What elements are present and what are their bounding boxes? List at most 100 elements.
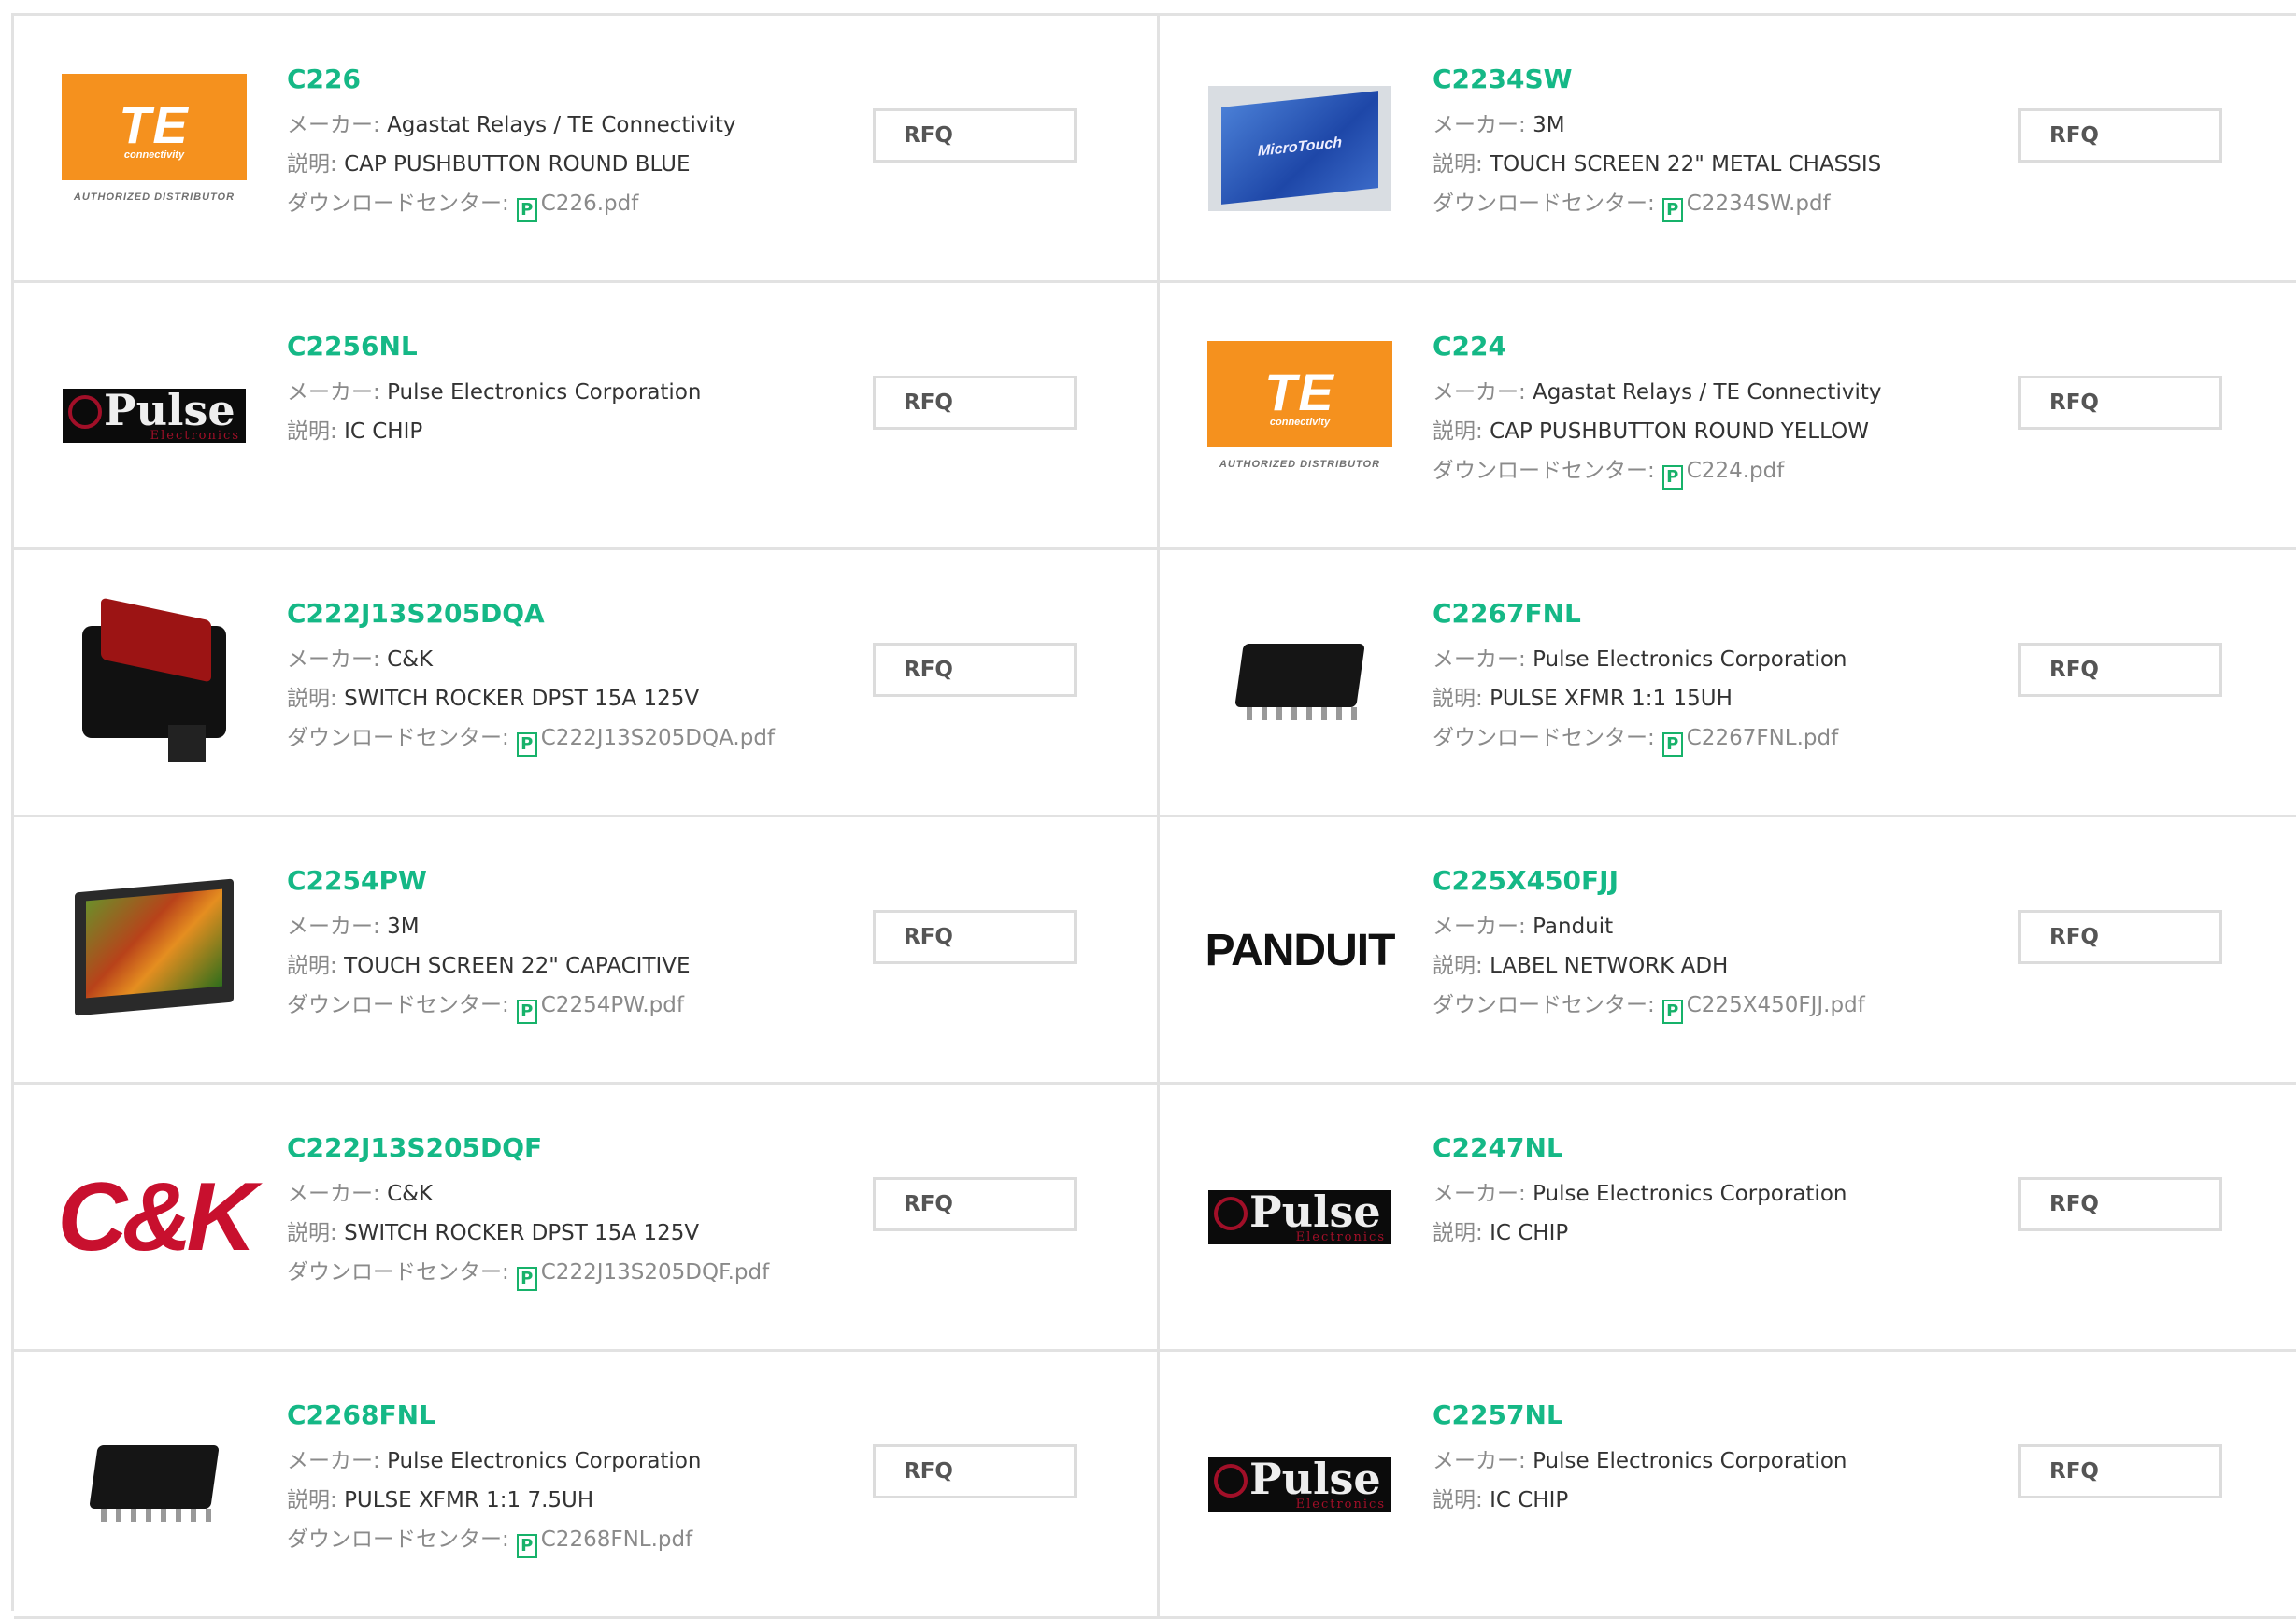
datasheet-link[interactable]: C2234SW.pdf <box>1687 192 1831 216</box>
product-thumbnail[interactable] <box>61 589 248 776</box>
download-label: ダウンロードセンター: <box>1433 459 1655 483</box>
download-row: ダウンロードセンター: P C2254PW.pdf <box>287 986 691 1025</box>
part-number-link[interactable]: C226 <box>287 61 735 98</box>
part-number-link[interactable]: C2234SW <box>1433 61 1881 98</box>
datasheet-link[interactable]: C2254PW.pdf <box>541 993 684 1017</box>
part-number-link[interactable]: C2257NL <box>1433 1397 1847 1434</box>
maker-row: メーカー: C&K <box>287 647 434 672</box>
part-number-link[interactable]: C2256NL <box>287 328 701 365</box>
rfq-button[interactable]: RFQ <box>2018 376 2222 430</box>
download-row: ダウンロードセンター: P C2267FNL.pdf <box>1433 718 1847 758</box>
datasheet-link[interactable]: C2268FNL.pdf <box>541 1527 692 1552</box>
part-number-link[interactable]: C222J13S205DQA <box>287 595 775 632</box>
part-number-link[interactable]: C2247NL <box>1433 1129 1847 1167</box>
description-row: 説明: SWITCH ROCKER DPST 15A 125V <box>287 687 700 711</box>
rfq-button[interactable]: RFQ <box>873 108 1077 163</box>
pdf-icon[interactable]: P <box>516 1267 537 1291</box>
description-row: 説明: PULSE XFMR 1:1 7.5UH <box>287 1488 594 1512</box>
description-value: SWITCH ROCKER DPST 15A 125V <box>344 1221 700 1245</box>
rfq-button[interactable]: RFQ <box>2018 910 2222 964</box>
rfq-button[interactable]: RFQ <box>873 1444 1077 1498</box>
product-thumbnail[interactable] <box>61 857 248 1044</box>
rfq-button[interactable]: RFQ <box>2018 108 2222 163</box>
product-thumbnail[interactable]: MicroTouch <box>1206 55 1393 242</box>
pdf-icon[interactable]: P <box>1661 198 1683 222</box>
download-label: ダウンロードセンター: <box>1433 192 1655 216</box>
download-label: ダウンロードセンター: <box>1433 726 1655 750</box>
product-card: TE connectivity AUTHORIZED DISTRIBUTOR C2… <box>14 16 1160 283</box>
maker-row: メーカー: C&K <box>287 1182 434 1206</box>
datasheet-link[interactable]: C225X450FJJ.pdf <box>1687 993 1865 1017</box>
maker-row: メーカー: 3M <box>287 915 420 939</box>
pdf-icon[interactable]: P <box>516 1534 537 1558</box>
te-connectivity-logo: TE connectivity AUTHORIZED DISTRIBUTOR <box>1206 341 1393 490</box>
datasheet-link[interactable]: C222J13S205DQF.pdf <box>541 1260 769 1285</box>
maker-value: Pulse Electronics Corporation <box>1533 1449 1847 1473</box>
product-card: PANDUIT C225X450FJJ メーカー: Panduit 説明: LA… <box>1160 817 2296 1085</box>
ck-logo: C&K <box>57 1162 256 1271</box>
rfq-button[interactable]: RFQ <box>873 910 1077 964</box>
datasheet-link[interactable]: C226.pdf <box>541 192 639 216</box>
product-thumbnail[interactable]: TE connectivity AUTHORIZED DISTRIBUTOR <box>61 55 248 242</box>
maker-row: メーカー: 3M <box>1433 113 1565 137</box>
pdf-icon[interactable]: P <box>516 1000 537 1024</box>
description-row: 説明: TOUCH SCREEN 22" METAL CHASSIS <box>1433 152 1882 177</box>
maker-row: メーカー: Panduit <box>1433 915 1614 939</box>
maker-row: メーカー: Agastat Relays / TE Connectivity <box>1433 380 1882 405</box>
maker-value: 3M <box>387 915 420 939</box>
rfq-button[interactable]: RFQ <box>873 376 1077 430</box>
download-label: ダウンロードセンター: <box>1433 993 1655 1017</box>
part-number-link[interactable]: C225X450FJJ <box>1433 862 1865 900</box>
maker-value: Agastat Relays / TE Connectivity <box>387 113 736 137</box>
transformer-chip-image <box>1230 636 1370 730</box>
part-number-link[interactable]: C2254PW <box>287 862 691 900</box>
description-value: IC CHIP <box>1490 1221 1569 1245</box>
maker-row: メーカー: Pulse Electronics Corporation <box>1433 647 1847 672</box>
datasheet-link[interactable]: C222J13S205DQA.pdf <box>541 726 775 750</box>
download-label: ダウンロードセンター: <box>287 192 509 216</box>
touch-screen-image <box>65 878 243 1020</box>
description-value: CAP PUSHBUTTON ROUND YELLOW <box>1490 419 1869 444</box>
part-number-link[interactable]: C2267FNL <box>1433 595 1847 632</box>
product-thumbnail[interactable]: Pulse Electronics <box>1206 1391 1393 1578</box>
rfq-button[interactable]: RFQ <box>2018 1444 2222 1498</box>
download-row: ダウンロードセンター: P C224.pdf <box>1433 451 1881 490</box>
product-thumbnail[interactable] <box>61 1391 248 1578</box>
transformer-chip-image <box>84 1438 224 1531</box>
download-label: ダウンロードセンター: <box>287 726 509 750</box>
description-row: 説明: CAP PUSHBUTTON ROUND BLUE <box>287 152 691 177</box>
download-label: ダウンロードセンター: <box>287 993 509 1017</box>
product-thumbnail[interactable]: Pulse Electronics <box>61 322 248 509</box>
maker-value: C&K <box>387 647 434 672</box>
pdf-icon[interactable]: P <box>1661 1000 1683 1024</box>
rfq-button[interactable]: RFQ <box>2018 1177 2222 1231</box>
datasheet-link[interactable]: C224.pdf <box>1687 459 1785 483</box>
rfq-button[interactable]: RFQ <box>2018 643 2222 697</box>
part-number-link[interactable]: C2268FNL <box>287 1397 701 1434</box>
rfq-button[interactable]: RFQ <box>873 1177 1077 1231</box>
description-value: TOUCH SCREEN 22" METAL CHASSIS <box>1490 152 1882 177</box>
download-row: ダウンロードセンター: P C226.pdf <box>287 184 735 223</box>
product-thumbnail[interactable] <box>1206 589 1393 776</box>
description-value: LABEL NETWORK ADH <box>1490 954 1729 978</box>
product-thumbnail[interactable]: C&K <box>57 1124 256 1311</box>
product-card: C&K C222J13S205DQF メーカー: C&K 説明: SWITCH … <box>14 1085 1160 1352</box>
product-thumbnail[interactable]: PANDUIT <box>1205 857 1396 1044</box>
pdf-icon[interactable]: P <box>1661 732 1683 757</box>
product-card: TE connectivity AUTHORIZED DISTRIBUTOR C2… <box>1160 283 2296 550</box>
maker-row: メーカー: Pulse Electronics Corporation <box>287 380 702 405</box>
pdf-icon[interactable]: P <box>1661 465 1683 490</box>
description-value: SWITCH ROCKER DPST 15A 125V <box>344 687 700 711</box>
product-card: Pulse Electronics C2247NL メーカー: Pulse El… <box>1160 1085 2296 1352</box>
datasheet-link[interactable]: C2267FNL.pdf <box>1687 726 1838 750</box>
pdf-icon[interactable]: P <box>516 732 537 757</box>
product-thumbnail[interactable]: Pulse Electronics <box>1206 1124 1393 1311</box>
product-thumbnail[interactable]: TE connectivity AUTHORIZED DISTRIBUTOR <box>1206 322 1393 509</box>
pdf-icon[interactable]: P <box>516 198 537 222</box>
part-number-link[interactable]: C222J13S205DQF <box>287 1129 769 1167</box>
part-number-link[interactable]: C224 <box>1433 328 1881 365</box>
description-row: 説明: CAP PUSHBUTTON ROUND YELLOW <box>1433 419 1869 444</box>
rfq-button[interactable]: RFQ <box>873 643 1077 697</box>
maker-row: メーカー: Pulse Electronics Corporation <box>1433 1182 1847 1206</box>
description-row: 説明: PULSE XFMR 1:1 15UH <box>1433 687 1733 711</box>
